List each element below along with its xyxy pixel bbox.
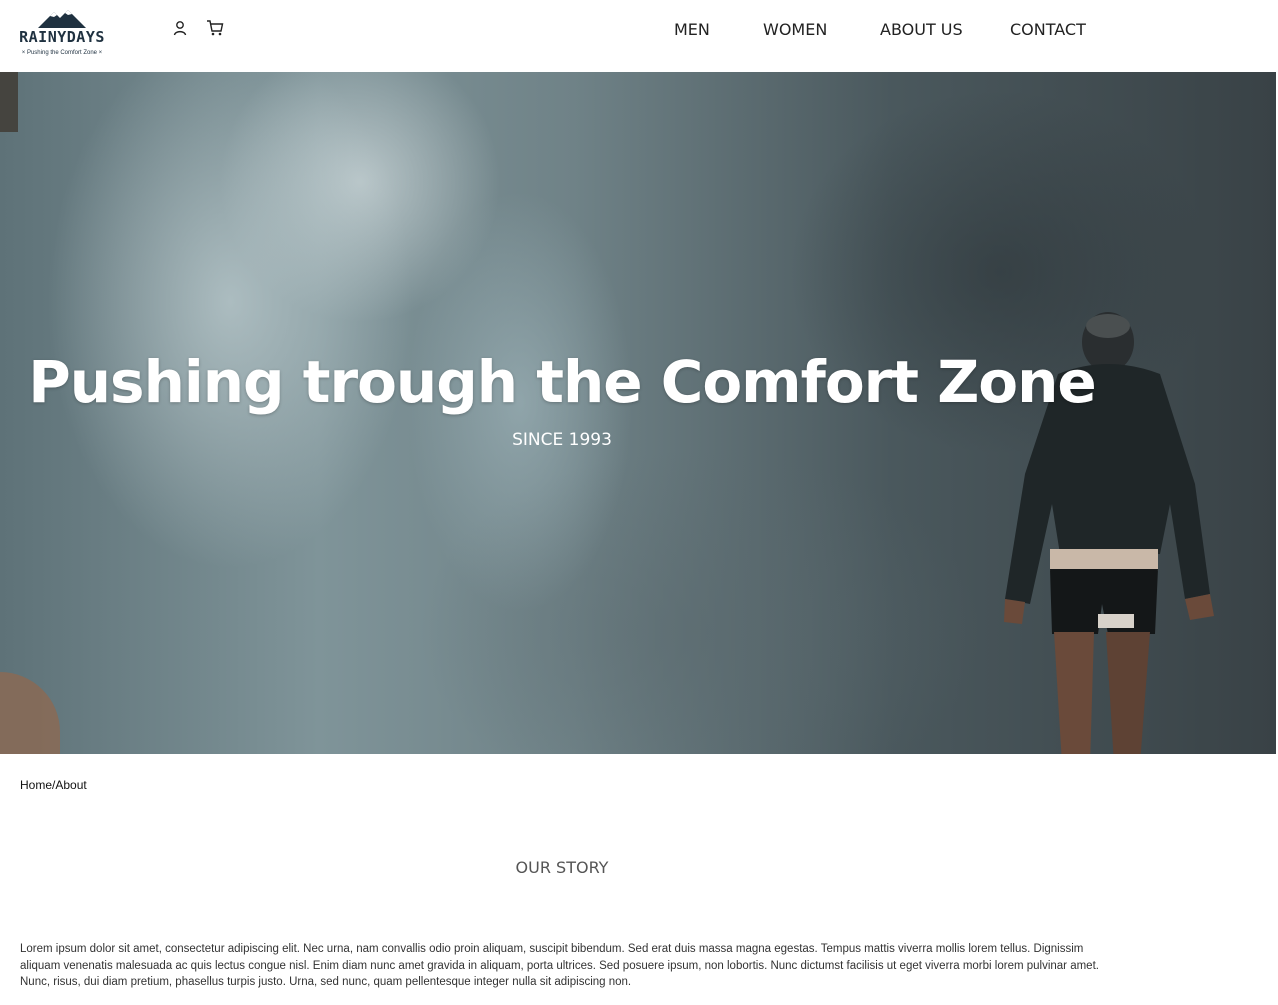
breadcrumb-home[interactable]: Home <box>20 778 52 792</box>
hero-title: Pushing trough the Comfort Zone <box>28 348 1097 416</box>
nav-women[interactable]: WOMEN <box>763 20 827 44</box>
cart-icon[interactable] <box>205 18 225 38</box>
rainydays-logo[interactable]: RAINYDAYS × Pushing the Comfort Zone × <box>16 8 108 64</box>
nav-about-us[interactable]: ABOUT US <box>880 20 963 44</box>
hero-foliage <box>0 72 18 132</box>
hero-rock <box>0 672 60 754</box>
user-icon[interactable] <box>170 18 190 38</box>
hero-subtitle: SINCE 1993 <box>512 430 612 450</box>
our-story-text: Lorem ipsum dolor sit amet, consectetur … <box>20 943 1099 988</box>
brand-name: RAINYDAYS <box>19 28 105 46</box>
hero-banner: Pushing trough the Comfort Zone SINCE 19… <box>0 72 1276 754</box>
site-header: RAINYDAYS × Pushing the Comfort Zone × M… <box>0 0 1278 72</box>
breadcrumb: Home/About <box>20 778 87 792</box>
nav-men[interactable]: MEN <box>674 20 710 44</box>
breadcrumb-current: About <box>55 778 87 792</box>
our-story-heading: OUR STORY <box>515 858 609 877</box>
brand-tagline: × Pushing the Comfort Zone × <box>21 50 103 56</box>
nav-contact[interactable]: CONTACT <box>1010 20 1086 44</box>
